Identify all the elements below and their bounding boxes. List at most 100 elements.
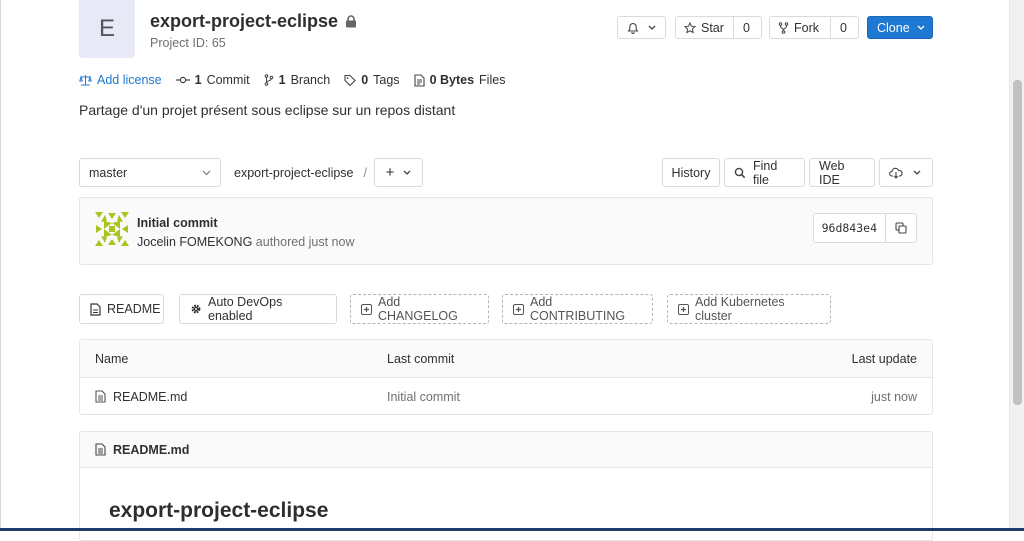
chevron-down-icon [403,170,411,176]
plus-icon: + [385,164,395,181]
branches-label: Branch [290,73,331,87]
plus-square-icon [361,303,372,315]
chevron-down-icon [917,25,925,31]
history-button[interactable]: History [662,158,720,187]
file-text-icon [95,390,106,403]
header-name: Name [95,352,129,366]
web-ide-label: Web IDE [819,158,845,187]
star-count[interactable]: 0 [733,17,759,38]
history-label: History [671,165,711,180]
fork-label: Fork [794,20,819,35]
commit-meta: Jocelin FOMEKONG authored just now [137,235,354,249]
copy-icon [895,222,907,234]
copy-sha-button[interactable] [886,214,916,242]
tags-stat[interactable]: 0 Tags [344,73,400,87]
plus-square-icon [678,303,689,315]
files-size-value: 0 Bytes [429,73,475,87]
add-contributing-label: Add CONTRIBUTING [530,295,626,323]
add-contributing-button[interactable]: Add CONTRIBUTING [502,294,653,324]
commit-title[interactable]: Initial commit [137,216,218,230]
scale-icon [79,74,92,86]
chevron-down-icon [913,170,921,176]
files-size-label: Files [479,73,506,87]
author-identicon[interactable] [95,212,129,246]
project-id: Project ID: 65 [150,36,226,50]
project-stats: Add license 1 Commit 1 Branch 0 Tags 0 B… [79,73,505,87]
commit-icon [175,75,190,85]
file-last-update: just now [871,389,917,404]
auto-devops-label: Auto DevOps enabled [208,295,283,323]
breadcrumb: export-project-eclipse / [234,166,367,180]
project-description: Partage d'un projet présent sous eclipse… [79,102,456,118]
file-last-commit[interactable]: Initial commit [387,378,460,415]
files-size-stat[interactable]: 0 Bytes Files [414,73,506,87]
file-name-cell[interactable]: README.md [95,378,187,415]
breadcrumb-separator: / [363,166,367,180]
last-commit-panel: Initial commit Jocelin FOMEKONG authored… [79,197,933,265]
add-kubernetes-label: Add Kubernetes cluster [695,295,785,323]
add-license-link[interactable]: Add license [79,73,162,87]
chevron-down-icon [202,170,211,176]
add-changelog-button[interactable]: Add CHANGELOG [350,294,489,324]
notification-dropdown[interactable] [617,16,666,39]
clone-label: Clone [877,20,910,35]
file-icon [90,302,101,316]
project-name[interactable]: export-project-eclipse [150,11,338,32]
commit-authored-time: authored just now [255,235,355,249]
branch-name: master [89,165,128,180]
readme-header: README.md [80,432,932,468]
readme-filename[interactable]: README.md [113,443,189,457]
branches-stat[interactable]: 1 Branch [264,73,331,87]
plus-square-icon [513,303,524,315]
clone-button[interactable]: Clone [867,16,933,39]
header-last-commit: Last commit [387,352,455,366]
find-file-label: Find file [753,158,778,187]
readme-button[interactable]: README [79,294,164,324]
add-file-dropdown[interactable]: + [374,158,423,187]
header-last-update: Last update [851,352,917,366]
bell-icon [627,22,639,34]
project-title: export-project-eclipse [150,11,357,32]
file-icon [414,73,425,87]
auto-devops-button[interactable]: Auto DevOps enabled [179,294,337,324]
commits-stat[interactable]: 1 Commit [175,73,250,87]
fork-count[interactable]: 0 [830,17,856,38]
gear-icon [190,303,202,315]
table-row[interactable]: README.md Initial commit just now [80,378,932,415]
file-text-icon [95,443,106,456]
fork-icon [778,21,789,34]
branches-count: 1 [278,73,286,87]
search-icon [734,167,746,179]
scrollbar-thumb[interactable] [1013,80,1022,405]
branch-icon [264,74,274,86]
fork-button[interactable]: Fork 0 [769,16,859,39]
lock-icon [345,15,357,28]
chevron-down-icon [648,25,656,31]
commit-sha-group: 96d843e4 [812,213,917,243]
tags-count: 0 [361,73,369,87]
vertical-scrollbar[interactable] [1009,0,1024,531]
star-label: Star [701,20,724,35]
tags-label: Tags [373,73,400,87]
breadcrumb-project[interactable]: export-project-eclipse [234,166,354,180]
tag-icon [344,74,356,86]
readme-label: README [107,302,161,316]
project-avatar[interactable]: E [79,0,135,58]
commits-label: Commit [206,73,250,87]
add-license-label: Add license [97,73,162,87]
file-name: README.md [113,389,188,404]
commit-sha[interactable]: 96d843e4 [814,214,886,242]
readme-heading: export-project-eclipse [109,499,329,522]
add-changelog-label: Add CHANGELOG [378,295,458,323]
add-kubernetes-button[interactable]: Add Kubernetes cluster [667,294,831,324]
commits-count: 1 [194,73,202,87]
cloud-download-icon [889,167,903,179]
commit-author[interactable]: Jocelin FOMEKONG [137,235,252,249]
branch-selector[interactable]: master [79,158,221,187]
star-icon [684,21,696,34]
web-ide-button[interactable]: Web IDE [809,158,875,187]
download-dropdown[interactable] [879,158,933,187]
star-button[interactable]: Star 0 [675,16,762,39]
find-file-button[interactable]: Find file [724,158,805,187]
file-tree-table: Name Last commit Last update README.md I… [79,339,933,415]
